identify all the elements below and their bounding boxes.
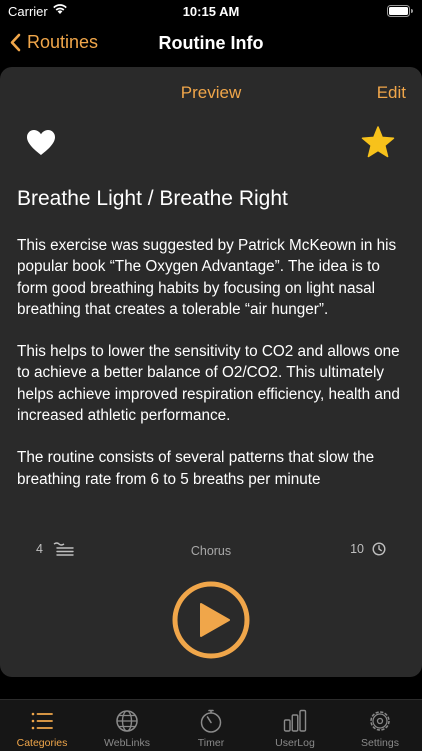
battery-icon	[387, 5, 413, 20]
page-title: Routine Info	[158, 33, 264, 53]
navigation-bar: Routines Routine Info	[0, 26, 422, 62]
tab-weblinks[interactable]: WebLinks	[85, 700, 169, 751]
routine-card: Preview Edit Breathe Light / Breathe Rig…	[0, 67, 422, 677]
tab-label: Settings	[361, 737, 399, 749]
globe-icon	[116, 710, 138, 732]
routine-description: This exercise was suggested by Patrick M…	[17, 235, 409, 515]
duration-value: 10	[350, 542, 364, 556]
status-time: 10:15 AM	[182, 4, 240, 19]
description-paragraph: This helps to lower the sensitivity to C…	[17, 343, 400, 425]
play-icon	[172, 581, 250, 659]
description-paragraph: The routine consists of several patterns…	[17, 449, 375, 488]
status-bar: Carrier 10:15 AM	[0, 0, 422, 26]
bar-chart-icon	[283, 709, 307, 732]
description-paragraph: This exercise was suggested by Patrick M…	[17, 237, 397, 318]
clock-icon	[372, 542, 386, 556]
heart-icon[interactable]	[26, 129, 56, 161]
tab-label: WebLinks	[104, 737, 150, 749]
tab-userlog[interactable]: UserLog	[253, 700, 337, 751]
routine-stats: 4 Chorus 10	[0, 542, 422, 562]
tab-timer[interactable]: Timer	[169, 700, 253, 751]
play-button[interactable]	[172, 581, 250, 659]
tab-settings[interactable]: Settings	[338, 700, 422, 751]
tab-categories[interactable]: Categories	[0, 700, 84, 751]
routine-title: Breathe Light / Breathe Right	[17, 187, 288, 210]
tab-label: UserLog	[275, 737, 315, 749]
tab-label: Timer	[197, 737, 225, 749]
star-icon[interactable]	[361, 126, 395, 163]
tab-label: Categories	[16, 737, 68, 749]
edit-button[interactable]: Edit	[377, 83, 406, 103]
preview-button[interactable]: Preview	[181, 83, 241, 102]
list-icon	[31, 712, 53, 730]
tab-bar: Categories WebLinks Timer UserLog Settin…	[0, 699, 422, 751]
duration-stat: 10	[350, 542, 386, 556]
gear-icon	[370, 711, 390, 731]
stopwatch-icon	[200, 709, 222, 733]
